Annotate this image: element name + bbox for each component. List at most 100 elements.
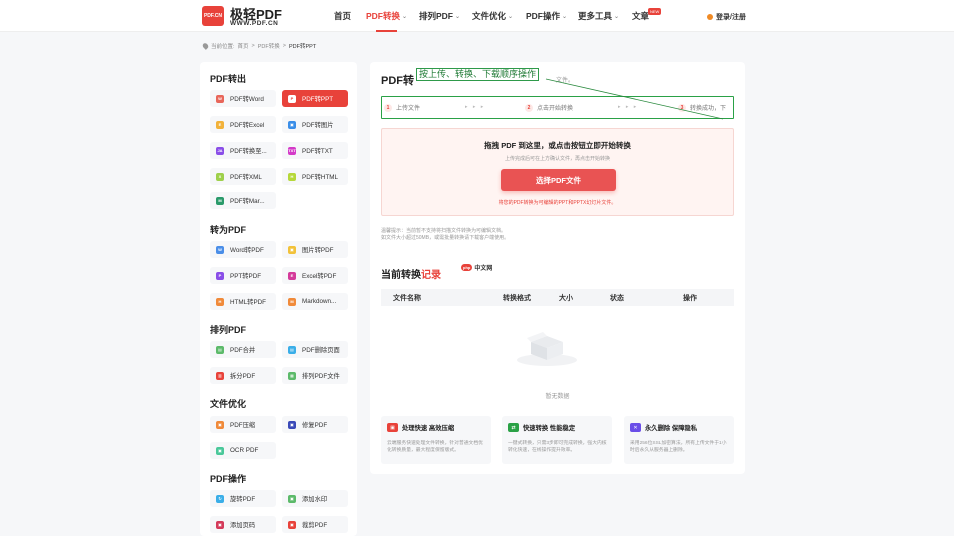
page-number-icon: ▣ [216, 520, 224, 529]
step-arrows: ▸ ▸ ▸ [618, 104, 639, 110]
markdown-icon: M [216, 196, 224, 205]
sidebar-item-crop-pdf[interactable]: ▣ 裁剪PDF [282, 516, 348, 533]
chevron-down-icon: ⌄ [455, 13, 461, 20]
tips-text: 温馨提示：当前暂不支持将扫描文件转换为可编辑文档。 如文件大小超过50MB，或需… [381, 228, 510, 241]
nav-pdf-convert[interactable]: PDF转换 ⌄ [366, 0, 407, 32]
sidebar-item-pdf-to-ppt[interactable]: P PDF转PPT [282, 90, 348, 107]
breadcrumb: 当前位置: 首页 > PDF转换 > PDF转PPT [201, 42, 317, 50]
ppt-icon: P [288, 94, 296, 103]
php-watermark: php 中文网 [461, 264, 493, 272]
sidebar-item-compress-pdf[interactable]: ▣ PDF压缩 [210, 416, 276, 433]
sidebar-item-pdf-to-image[interactable]: ▣ PDF转图片 [282, 116, 348, 133]
compress-icon: ▣ [216, 420, 224, 429]
sidebar-item-split-pdf[interactable]: ▥ 拆分PDF [210, 367, 276, 384]
sidebar-item-merge-pdf[interactable]: ▤ PDF合并 [210, 341, 276, 358]
word-icon: W [216, 245, 224, 254]
sidebar-item-ocr-pdf[interactable]: ▣ OCR PDF [210, 442, 276, 459]
file-dropzone[interactable]: 拖拽 PDF 到这里，或点击按钮立即开始转换 上传完成后可在上方确认文件，再点击… [381, 128, 734, 216]
sidebar-item-ppt-to-pdf[interactable]: P PPT转PDF [210, 267, 276, 284]
nav-pdf-operations[interactable]: PDF操作 ⌄ [526, 0, 567, 32]
section-title-pdf-operations: PDF操作 [210, 474, 247, 484]
nav-more-tools[interactable]: 更多工具 ⌄ [578, 0, 619, 32]
markdown-icon: M [288, 297, 296, 306]
sidebar-item-excel-to-pdf[interactable]: E Excel转PDF [282, 267, 348, 284]
sidebar-item-image-to-pdf[interactable]: ▣ 图片转PDF [282, 241, 348, 258]
sidebar-item-html-to-pdf[interactable]: H HTML转PDF [210, 293, 276, 310]
new-badge: NEW [648, 8, 662, 15]
ocr-icon: ▣ [216, 446, 224, 455]
sidebar-item-add-watermark[interactable]: ▣ 添加水印 [282, 490, 348, 507]
excel-icon: E [216, 120, 224, 129]
image-icon: ▣ [288, 245, 296, 254]
sidebar-item-pdf-to-html[interactable]: H PDF转HTML [282, 168, 348, 185]
section-title-to-pdf: 转为PDF [210, 225, 247, 235]
breadcrumb-sep: > [251, 43, 255, 49]
empty-state-text: 暂无数据 [545, 394, 570, 400]
sidebar-item-pdf-to-xml[interactable]: X PDF转XML [210, 168, 276, 185]
breadcrumb-level1[interactable]: PDF转换 [258, 42, 280, 50]
split-icon: ▥ [216, 371, 224, 380]
breadcrumb-prefix: 当前位置: [211, 44, 235, 50]
chevron-down-icon: ⌄ [508, 13, 514, 20]
sidebar-item-arrange-pdf[interactable]: ▦ 排列PDF文件 [282, 367, 348, 384]
sidebar-item-add-page-number[interactable]: ▣ 添加页码 [210, 516, 276, 533]
nav-file-optimize[interactable]: 文件优化 ⌄ [472, 0, 513, 32]
section-title-arrange-pdf: 排列PDF [210, 325, 247, 335]
breadcrumb-sep: > [282, 43, 286, 49]
sidebar-item-repair-pdf[interactable]: ▣ 修复PDF [282, 416, 348, 433]
sidebar-item-pdf-to-excel[interactable]: E PDF转Excel [210, 116, 276, 133]
delete-shield-icon: ✕ [630, 423, 641, 432]
briefcase-icon: ▣ [387, 423, 398, 432]
convert-icon: JA [216, 146, 224, 155]
word-icon: W [216, 94, 224, 103]
nav-home[interactable]: 首页 [334, 0, 351, 32]
html-icon: H [216, 297, 224, 306]
records-title: 当前转换记录 [381, 266, 441, 281]
step-convert: 2 点击开始转换 [525, 103, 573, 112]
breadcrumb-home[interactable]: 首页 [238, 42, 249, 50]
section-title-file-optimize: 文件优化 [210, 399, 247, 409]
arrange-icon: ▦ [288, 371, 296, 380]
convert-icon: ⇄ [508, 423, 519, 432]
empty-box-illustration [517, 332, 577, 366]
sidebar-item-markdown-to-pdf[interactable]: M Markdown... [282, 293, 348, 310]
chevron-down-icon: ⌄ [402, 13, 408, 20]
delete-pages-icon: ▤ [288, 345, 296, 354]
dropzone-note: 将您的PDF转换为可编辑的PPT和PPTX幻灯片文件。 [498, 200, 617, 206]
chevron-down-icon: ⌄ [562, 13, 568, 20]
tool-sidebar: PDF转出 W PDF转Word P PDF转PPT E PDF转Excel ▣ PDF… [200, 62, 357, 536]
breadcrumb-current: PDF转PPT [289, 44, 317, 50]
nav-articles[interactable]: 文章 [632, 0, 649, 32]
col-status: 状态 [610, 295, 624, 302]
records-title-accent: 记录 [421, 270, 441, 281]
txt-icon: TXT [288, 146, 296, 155]
chevron-down-icon: ⌄ [614, 13, 620, 20]
page-title: PDF转 [381, 75, 414, 87]
logo-mark[interactable]: PDF.CN [202, 6, 224, 26]
sidebar-item-pdf-to-txt[interactable]: TXT PDF转TXT [282, 142, 348, 159]
sidebar-item-word-to-pdf[interactable]: W Word转PDF [210, 241, 276, 258]
section-title-pdf-export: PDF转出 [210, 74, 247, 84]
main-panel: PDF转 文件。 1 上传文件 ▸ ▸ ▸ 2 点击开始转换 ▸ ▸ ▸ 3 转换成功… [370, 62, 745, 474]
sidebar-item-delete-pages[interactable]: ▤ PDF删除页面 [282, 341, 348, 358]
crop-icon: ▣ [288, 520, 296, 529]
sidebar-item-pdf-to-word[interactable]: W PDF转Word [210, 90, 276, 107]
user-icon [707, 14, 713, 20]
nav-arrange-pdf[interactable]: 排列PDF ⌄ [419, 0, 460, 32]
step-indicator: 1 上传文件 ▸ ▸ ▸ 2 点击开始转换 ▸ ▸ ▸ 3 转换成功，下 [381, 96, 734, 119]
top-header: PDF.CN 极轻PDF WWW.PDF.CN 首页 PDF转换 ⌄ 排列PDF ⌄… [0, 0, 954, 32]
step-download: 3 转换成功，下 [678, 103, 726, 112]
select-pdf-button[interactable]: 选择PDF文件 [501, 169, 616, 191]
sidebar-item-pdf-to-markdown[interactable]: M PDF转Mar... [210, 192, 276, 209]
login-label: 登录/注册 [716, 14, 746, 21]
feature-card-stable: ⇄ 快速转换 性能稳定 一键式转换，只需3步即可完成转换，强大内核转化快速，在线操… [502, 416, 612, 464]
logo-subtitle: WWW.PDF.CN [230, 20, 279, 27]
page-title-tail: 文件。 [556, 78, 575, 84]
dropzone-subtitle: 上传完成后可在上方确认文件，再点击开始转换 [504, 156, 610, 162]
login-register-link[interactable]: 登录/注册 [707, 12, 746, 22]
repair-icon: ▣ [288, 420, 296, 429]
dropzone-title: 拖拽 PDF 到这里，或点击按钮立即开始转换 [484, 141, 631, 150]
sidebar-item-rotate-pdf[interactable]: ↻ 旋转PDF [210, 490, 276, 507]
step-upload: 1 上传文件 [384, 103, 420, 112]
sidebar-item-pdf-to-other[interactable]: JA PDF转换至... [210, 142, 276, 159]
